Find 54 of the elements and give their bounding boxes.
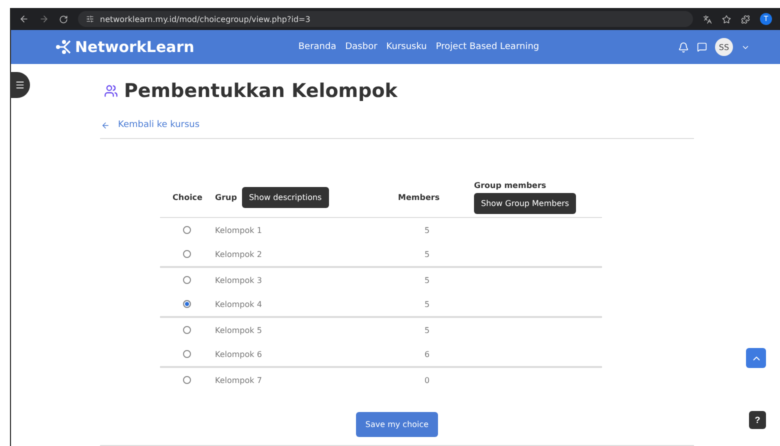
group-name: Kelompok 5 [215,326,263,334]
group-name: Kelompok 6 [215,350,263,358]
group-name: Kelompok 1 [215,226,263,234]
chat-icon[interactable] [697,42,707,52]
nav-link[interactable]: Beranda [298,42,336,52]
back-link[interactable]: Kembali ke kursus [101,120,694,130]
nav-link[interactable]: Dasbor [345,42,378,52]
page-title: Pembentukkan Kelompok [124,80,398,102]
member-count: 5 [423,276,431,284]
column-header: Grup [215,192,237,202]
member-count: 5 [423,226,431,234]
scroll-top-button[interactable] [746,348,766,368]
show-members-button[interactable]: Show Group Members [474,192,576,214]
help-button[interactable]: ? [749,411,766,429]
column-header: Choice [172,192,202,202]
column-header: Members [398,192,441,202]
arrow-left-icon [101,120,110,130]
radio-button[interactable] [182,326,190,334]
save-button[interactable]: Save my choice [356,412,438,437]
drawer-toggle[interactable] [10,72,30,98]
member-count: 6 [423,350,431,358]
member-count: 0 [423,376,431,384]
nav-link[interactable]: Project Based Learning [436,42,540,52]
address-bar[interactable]: networklearn.my.id/mod/choicegroup/view.php?id=3 [78,11,693,27]
translate-icon[interactable] [703,14,712,24]
bell-icon[interactable] [678,42,689,52]
column-header: Group members [474,180,546,190]
forward-icon[interactable] [39,14,49,24]
radio-button[interactable] [182,300,190,308]
radio-button[interactable] [182,350,190,358]
radio-button[interactable] [182,276,190,284]
user-avatar[interactable]: SS [715,38,733,56]
group-name: Kelompok 7 [215,376,263,384]
member-count: 5 [423,326,431,334]
radio-button[interactable] [182,376,190,384]
radio-button[interactable] [182,250,190,258]
extensions-icon[interactable] [741,14,750,24]
group-icon [104,84,118,98]
brand-name[interactable]: NetworkLearn [75,38,194,56]
show-descriptions-button[interactable]: Show descriptions [242,186,329,208]
group-name: Kelompok 4 [215,300,263,308]
url-text: networklearn.my.id/mod/choicegroup/view.php?id=3 [100,14,310,24]
group-name: Kelompok 2 [215,250,263,258]
nav-link[interactable]: Kursusku [386,42,427,52]
logo-icon [55,39,73,55]
reload-icon[interactable] [59,14,68,24]
back-icon[interactable] [19,14,29,24]
menu-icon [15,80,25,90]
star-icon[interactable] [722,14,731,24]
group-name: Kelompok 3 [215,276,263,284]
member-count: 5 [423,250,431,258]
site-settings-icon[interactable] [86,15,94,23]
member-count: 5 [423,300,431,308]
radio-button[interactable] [182,226,190,234]
